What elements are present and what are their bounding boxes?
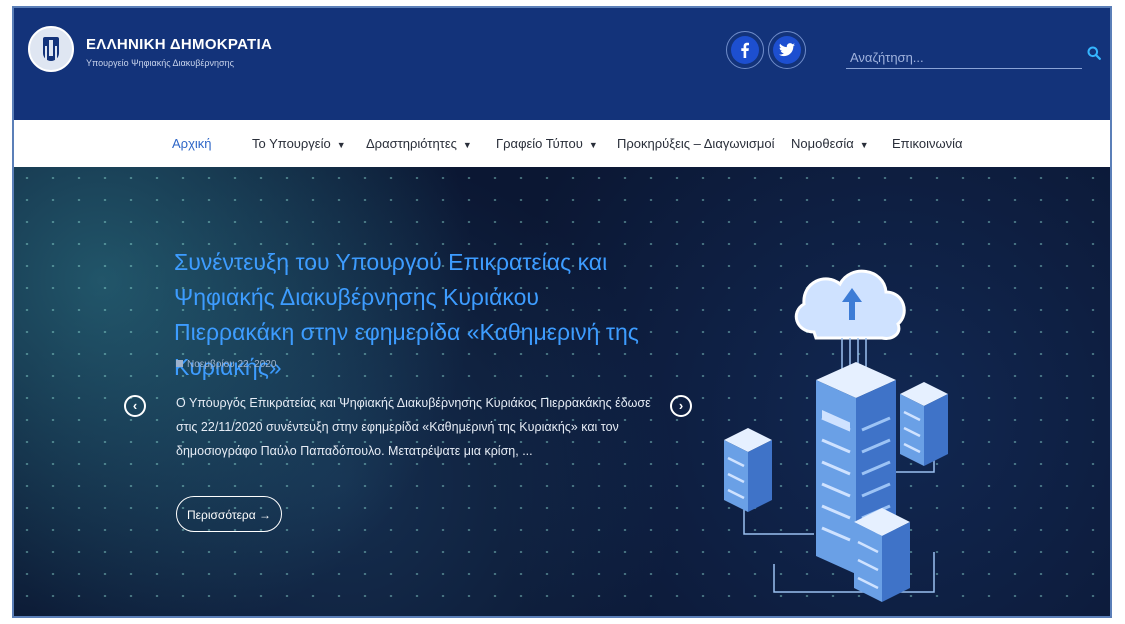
search-input[interactable] [846, 46, 1082, 69]
hero-slider: Συνέντευξη του Υπουργού Επικρατείας και … [14, 167, 1110, 616]
slide-excerpt: Ο Υπουργός Επικρατείας και Ψηφιακής Διακ… [176, 396, 651, 458]
nav-item-label: Επικοινωνία [892, 136, 963, 151]
slide-date-text: Νοεμβρίου 22, 2020 [187, 359, 277, 370]
small-server-left-icon [724, 428, 772, 512]
slider-prev-button[interactable]: ‹ [124, 395, 146, 417]
nav-item-home[interactable]: Αρχική [172, 120, 212, 167]
nav-item-label: Το Υπουργείο [252, 136, 331, 151]
slide-date: Νοεμβρίου 22, 2020 [176, 359, 276, 370]
main-navigation: Αρχική Το Υπουργείο ▼ Δραστηριότητες ▼ Γρα… [14, 120, 1110, 168]
chevron-down-icon: ▼ [859, 140, 869, 150]
nav-item-legislation[interactable]: Νομοθεσία ▼ [791, 120, 869, 167]
greek-coat-of-arms-logo[interactable] [28, 26, 74, 72]
nav-item-label: Αρχική [172, 136, 212, 151]
nav-item-ministry[interactable]: Το Υπουργείο ▼ [252, 120, 346, 167]
chevron-down-icon: ▼ [462, 140, 472, 150]
search-button[interactable] [1082, 42, 1106, 66]
browser-frame: ΕΛΛΗΝΙΚΗ ΔΗΜΟΚΡΑΤΙΑ Υπουργείο Ψηφιακής Δ… [12, 6, 1112, 618]
nav-item-contact[interactable]: Επικοινωνία [892, 120, 963, 167]
facebook-icon [731, 36, 759, 64]
brand-subtitle: Υπουργείο Ψηφιακής Διακυβέρνησης [86, 58, 234, 68]
facebook-link[interactable] [726, 31, 764, 69]
nav-item-label: Δραστηριότητες [366, 136, 457, 151]
cloud-server-illustration [724, 269, 948, 602]
site-header: ΕΛΛΗΝΙΚΗ ΔΗΜΟΚΡΑΤΙΑ Υπουργείο Ψηφιακής Δ… [14, 8, 1110, 120]
nav-item-label: Νομοθεσία [791, 136, 854, 151]
calendar-icon [176, 360, 183, 367]
small-server-right-icon [900, 382, 948, 466]
cloud-icon [794, 269, 906, 340]
chevron-down-icon: ▼ [588, 140, 598, 150]
twitter-link[interactable] [768, 31, 806, 69]
nav-item-tenders[interactable]: Προκηρύξεις – Διαγωνισμοί [617, 120, 775, 167]
read-more-button[interactable]: Περισσότερα → [176, 496, 283, 532]
brand-title[interactable]: ΕΛΛΗΝΙΚΗ ΔΗΜΟΚΡΑΤΙΑ [86, 36, 272, 53]
nav-item-label: Προκηρύξεις – Διαγωνισμοί [617, 136, 775, 151]
nav-item-activities[interactable]: Δραστηριότητες ▼ [366, 120, 472, 167]
search-icon [1087, 46, 1101, 60]
nav-item-press-office[interactable]: Γραφείο Τύπου ▼ [496, 120, 598, 167]
nav-item-label: Γραφείο Τύπου [496, 136, 583, 151]
chevron-down-icon: ▼ [336, 140, 346, 150]
twitter-icon [773, 36, 801, 64]
small-server-bottom-icon [854, 508, 910, 602]
slider-next-button[interactable]: › [670, 395, 692, 417]
